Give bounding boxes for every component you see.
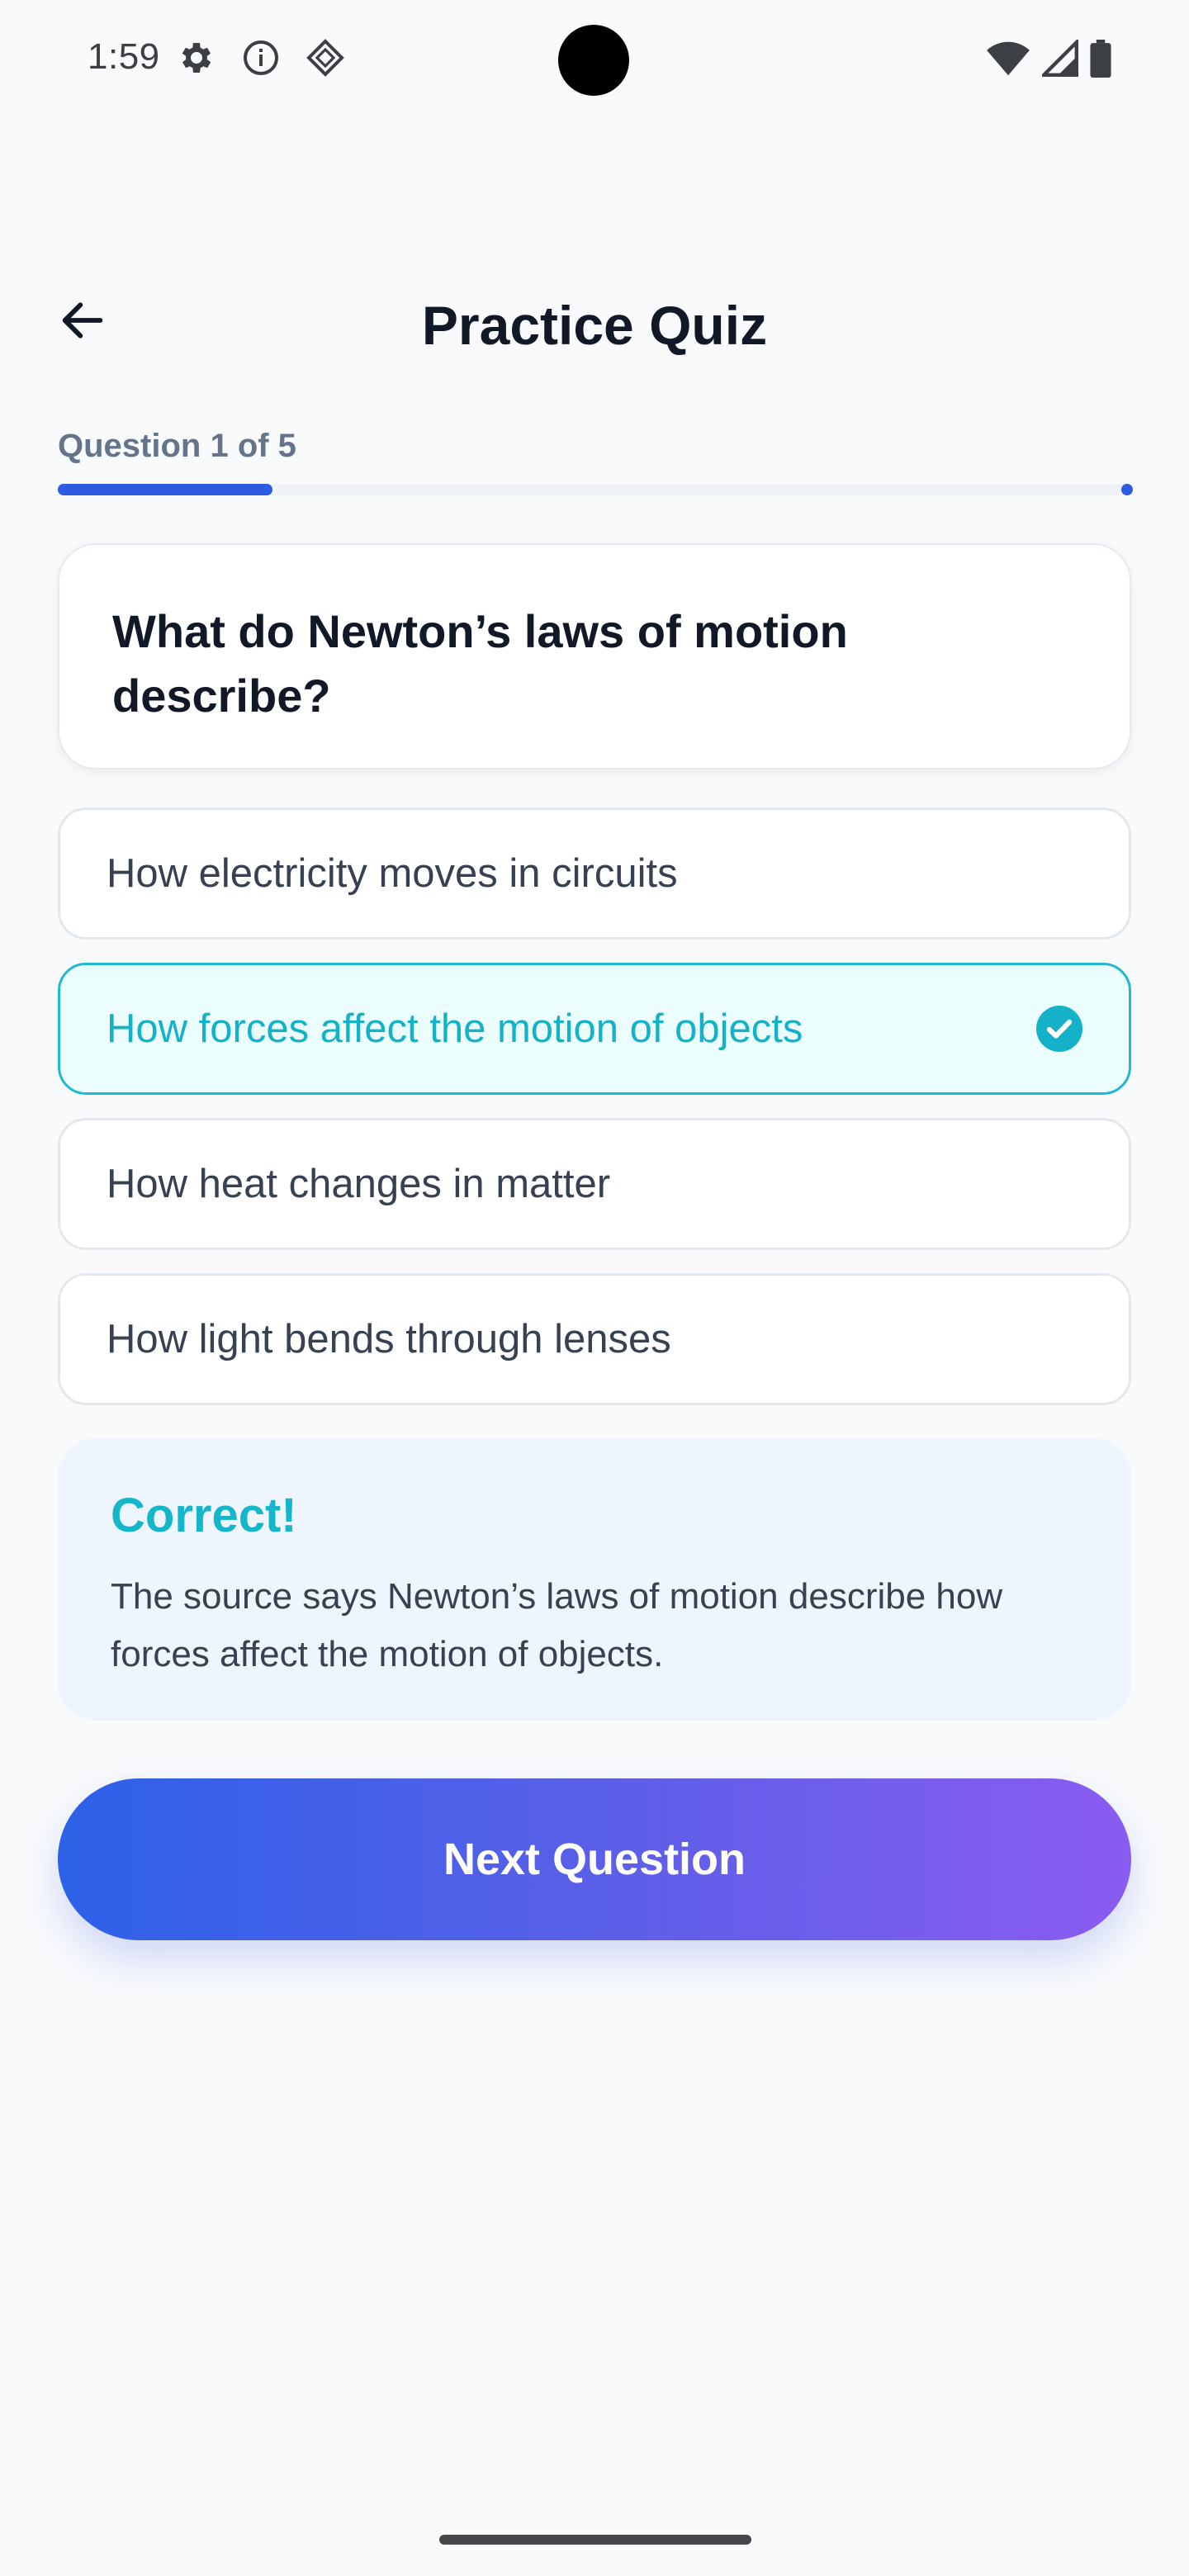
answer-option-2[interactable]: How forces affect the motion of objects bbox=[58, 963, 1131, 1095]
answer-option-label: How light bends through lenses bbox=[107, 1317, 671, 1361]
next-question-button[interactable]: Next Question bbox=[58, 1778, 1131, 1940]
status-time: 1:59 bbox=[88, 36, 160, 77]
feedback-card: Correct! The source says Newton’s laws o… bbox=[58, 1438, 1131, 1721]
feedback-text: The source says Newton’s laws of motion … bbox=[111, 1576, 1003, 1674]
answer-option-1[interactable]: How electricity moves in circuits bbox=[58, 807, 1131, 940]
question-text: What do Newton’s laws of motion describe… bbox=[112, 605, 848, 722]
battery-icon bbox=[1090, 40, 1111, 82]
diamond-app-icon bbox=[306, 38, 345, 82]
wifi-icon bbox=[986, 40, 1030, 82]
status-icons-right bbox=[986, 37, 1111, 82]
settings-gear-icon bbox=[177, 38, 216, 82]
progress-label: Question 1 of 5 bbox=[58, 428, 296, 464]
answer-option-label: How heat changes in matter bbox=[107, 1162, 611, 1206]
answer-option-label: How electricity moves in circuits bbox=[107, 851, 678, 896]
answer-option-label: How forces affect the motion of objects bbox=[107, 1006, 803, 1051]
header: Practice Quiz bbox=[0, 272, 1189, 372]
next-question-label: Next Question bbox=[443, 1835, 746, 1884]
camera-cutout bbox=[558, 25, 629, 96]
check-circle-icon bbox=[1036, 1006, 1082, 1052]
page-title: Practice Quiz bbox=[421, 295, 768, 356]
home-indicator[interactable] bbox=[439, 2535, 751, 2545]
progress-bar bbox=[58, 484, 1133, 495]
info-icon bbox=[241, 38, 281, 82]
status-icons-left bbox=[177, 38, 345, 82]
answer-option-3[interactable]: How heat changes in matter bbox=[58, 1118, 1131, 1250]
cellular-signal-icon bbox=[1039, 37, 1078, 82]
status-bar: 1:59 bbox=[0, 0, 1189, 116]
question-card: What do Newton’s laws of motion describe… bbox=[58, 543, 1131, 769]
progress-fill bbox=[58, 484, 272, 495]
answer-option-4[interactable]: How light bends through lenses bbox=[58, 1273, 1131, 1405]
feedback-title: Correct! bbox=[111, 1489, 297, 1542]
progress-end-dot bbox=[1121, 484, 1133, 495]
